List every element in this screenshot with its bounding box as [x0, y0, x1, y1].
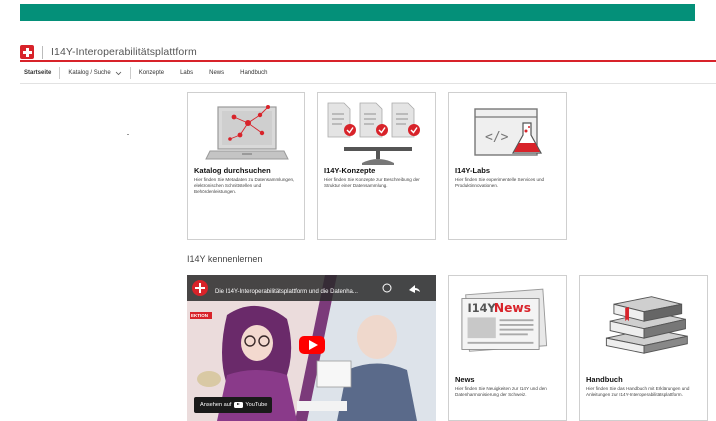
nav-underline [20, 83, 716, 84]
youtube-brand: YouTube [245, 402, 268, 408]
newspaper-headline: News [494, 301, 531, 315]
nav-label: Handbuch [240, 70, 268, 76]
card-description: Hier finden Sie experimentelle Services … [455, 177, 545, 189]
card-description: Hier finden Sie das Handbuch mit Erkläru… [586, 386, 690, 398]
card-description: Hier finden Sie Metadaten zu Datensammlu… [194, 177, 295, 195]
header-red-line [20, 60, 716, 62]
main-nav: Startseite Katalog / Suche Konzepte Labs… [20, 63, 275, 83]
nav-item-startseite[interactable]: Startseite [20, 63, 59, 83]
nav-label: Konzepte [138, 70, 165, 76]
documents-check-illustration [327, 102, 420, 165]
laptop-network-illustration [205, 105, 289, 160]
card-labs[interactable]: </> I14Y-Labs Hier finden Sie experiment… [448, 92, 567, 240]
nav-item-news[interactable]: News [201, 63, 232, 83]
watch-on-youtube-button[interactable]: Ansehen auf YouTube [194, 397, 272, 413]
top-color-bar [20, 4, 695, 21]
card-title: I14Y-Labs [455, 166, 491, 175]
video-badge: EKTION [191, 313, 209, 318]
stray-dot [127, 134, 129, 135]
card-title: I14Y-Konzepte [324, 166, 376, 175]
brand[interactable]: I14Y-Interoperabilitätsplattform [20, 44, 197, 60]
nav-label: News [209, 70, 225, 76]
card-title: News [455, 375, 475, 384]
card-title: Handbuch [586, 375, 623, 384]
nav-label: Startseite [24, 70, 52, 76]
swiss-flag-icon [20, 45, 34, 59]
newspaper-illustration: I14Y News [461, 288, 548, 352]
card-konzepte[interactable]: I14Y-Konzepte Hier finden Sie Konzepte z… [317, 92, 436, 240]
nav-item-labs[interactable]: Labs [172, 63, 201, 83]
card-handbuch[interactable]: Handbuch Hier finden Sie das Handbuch mi… [579, 275, 708, 421]
nav-label: Katalog / Suche [68, 70, 111, 76]
nav-label: Labs [180, 70, 194, 76]
youtube-logo-icon [234, 402, 244, 408]
nav-item-katalog[interactable]: Katalog / Suche [60, 63, 129, 83]
card-katalog[interactable]: Katalog durchsuchen Hier finden Sie Meta… [187, 92, 305, 240]
video-embed[interactable]: Ansehen auf YouTube [187, 275, 436, 421]
platform-title: I14Y-Interoperabilitätsplattform [51, 46, 197, 58]
video-title: Die I14Y-Interoperabilitätsplattform und… [215, 289, 358, 295]
card-title: Katalog durchsuchen [194, 166, 271, 175]
books-stack-illustration [605, 296, 688, 354]
code-flask-illustration: </> [474, 108, 543, 156]
card-news[interactable]: I14Y News News Hier finden Sie Neuigkeit… [448, 275, 567, 421]
section-title: I14Y kennenlernen [187, 254, 263, 264]
card-description: Hier finden Sie Konzepte zur Beschreibun… [324, 177, 420, 189]
nav-item-handbuch[interactable]: Handbuch [232, 63, 275, 83]
card-description: Hier finden Sie Neuigkeiten zur I14Y und… [455, 386, 547, 398]
svg-text:</>: </> [485, 130, 509, 145]
chevron-down-icon [115, 71, 122, 75]
watch-on-label: Ansehen auf [200, 402, 232, 408]
newspaper-logo: I14Y [468, 302, 497, 315]
brand-divider [42, 45, 43, 59]
nav-item-konzepte[interactable]: Konzepte [131, 63, 172, 83]
